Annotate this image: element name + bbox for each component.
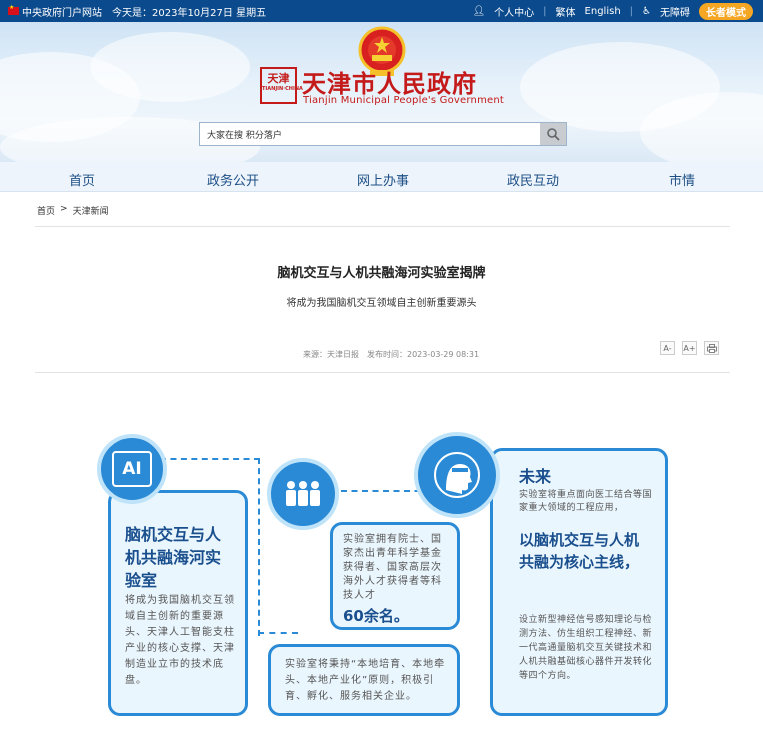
connector-line [160,458,260,460]
site-subtitle: Tianjin Municipal People's Government [303,95,505,106]
article-time: 发布时间：2023-03-29 08:31 [367,350,480,359]
divider: | [543,6,547,17]
article-tools: A- A+ [660,341,719,355]
search-input[interactable] [200,123,540,146]
flag-icon [8,4,19,15]
principle-text: 实验室将秉持“本地培育、本地牵头、本地产业化”原则，积极引育、孵化、服务相关企业… [285,659,446,702]
breadcrumb-home[interactable]: 首页 [37,204,55,217]
future-highlight: 以脑机交互与人机共融为核心主线， [519,531,640,571]
article-meta: 来源：天津日报 发布时间：2023-03-29 08:31 [303,349,479,360]
english-link[interactable]: English [585,6,621,17]
font-decrease-button[interactable]: A- [660,341,675,355]
future-title: 未来 [519,467,552,486]
site-header: 天津 TIANJIN·CHINA 天津市人民政府 Tianjin Municip… [0,22,763,162]
lab-intro-title: 脑机交互与人机共融海河实验室 [125,525,222,590]
divider: | [629,6,634,17]
ai-label: AI [112,451,152,487]
accessibility-icon: ♿ [642,6,651,17]
user-icon: 👤︎ [472,6,486,17]
main-nav: 首页 政务公开 网上办事 政民互动 市情 [0,162,763,192]
human-head-icon [414,432,500,518]
print-icon [706,343,717,353]
search-icon [547,128,560,141]
breadcrumb: 首页 > 天津新闻 [37,204,109,217]
future-card: 未来 实验室将重点面向医工结合等国家重大领域的工程应用， 以脑机交互与人机共融为… [490,448,668,716]
ai-chip-icon: AI [97,434,167,504]
elder-mode-button[interactable]: 长者模式 [699,3,753,20]
seal-small-text: TIANJIN·CHINA [262,86,303,92]
connector-line [258,458,260,636]
article-title: 脑机交互与人机共融海河实验室揭牌 [277,266,486,281]
traditional-chinese-link[interactable]: 繁体 [556,4,576,19]
top-bar: 中央政府门户网站 今天是：2023年10月27日 星期五 👤︎ 个人中心 | 繁… [0,0,763,22]
nav-city-info[interactable]: 市情 [669,170,695,189]
nav-government-affairs[interactable]: 政务公开 [207,170,259,189]
talent-text: 实验室拥有院士、国家杰出青年科学基金获得者、国家高层次海外人才获得者等科技人才 [343,534,442,601]
content-divider [35,372,730,373]
seal-text: 天津 [267,72,290,85]
font-decrease-label: A- [663,343,672,353]
future-directions-text: 设立新型神经信号感知理论与检测方法、仿生组织工程神经、新一代高通量脑机交互关键技… [519,615,653,681]
nav-public-interaction[interactable]: 政民互动 [507,170,559,189]
breadcrumb-arrow: > [60,204,68,214]
search-button[interactable] [540,123,566,145]
nav-home[interactable]: 首页 [69,170,95,189]
lab-intro-text: 将成为我国脑机交互领域自主创新的重要源头、天津人工智能支柱产业的核心支撑、天津制… [125,595,235,686]
portal-link-label: 中央政府门户网站 [22,7,102,19]
future-text: 实验室将重点面向医工结合等国家重大领域的工程应用， [519,490,653,513]
lab-infographic: 脑机交互与人机共融海河实验室 将成为我国脑机交互领域自主创新的重要源头、天津人工… [96,432,674,720]
current-date: 今天是：2023年10月27日 星期五 [112,7,267,19]
talent-card: 实验室拥有院士、国家杰出青年科学基金获得者、国家高层次海外人才获得者等科技人才 … [330,522,460,630]
search-box [199,122,567,146]
lab-intro-card: 脑机交互与人机共融海河实验室 将成为我国脑机交互领域自主创新的重要源头、天津人工… [108,490,248,716]
accessibility-link[interactable]: 无障碍 [660,4,690,19]
nav-online-services[interactable]: 网上办事 [357,170,409,189]
breadcrumb-bar: 首页 > 天津新闻 [35,194,730,227]
connector-line [258,632,298,634]
principle-card: 实验室将秉持“本地培育、本地牵头、本地产业化”原则，积极引育、孵化、服务相关企业… [268,644,460,716]
personal-center-link[interactable]: 个人中心 [494,4,534,19]
article-source: 来源：天津日报 [303,350,359,359]
breadcrumb-current[interactable]: 天津新闻 [73,204,109,217]
tianjin-seal-logo: 天津 TIANJIN·CHINA [260,67,303,104]
print-button[interactable] [704,341,719,355]
font-increase-label: A+ [683,343,696,353]
portal-link[interactable]: 中央政府门户网站 [8,4,102,19]
talent-count: 60余名。 [343,607,409,625]
article-subtitle: 将成为我国脑机交互领域自主创新重要源头 [286,298,477,309]
people-icon [267,458,339,530]
site-title: 天津市人民政府 [302,69,477,98]
font-increase-button[interactable]: A+ [682,341,697,355]
